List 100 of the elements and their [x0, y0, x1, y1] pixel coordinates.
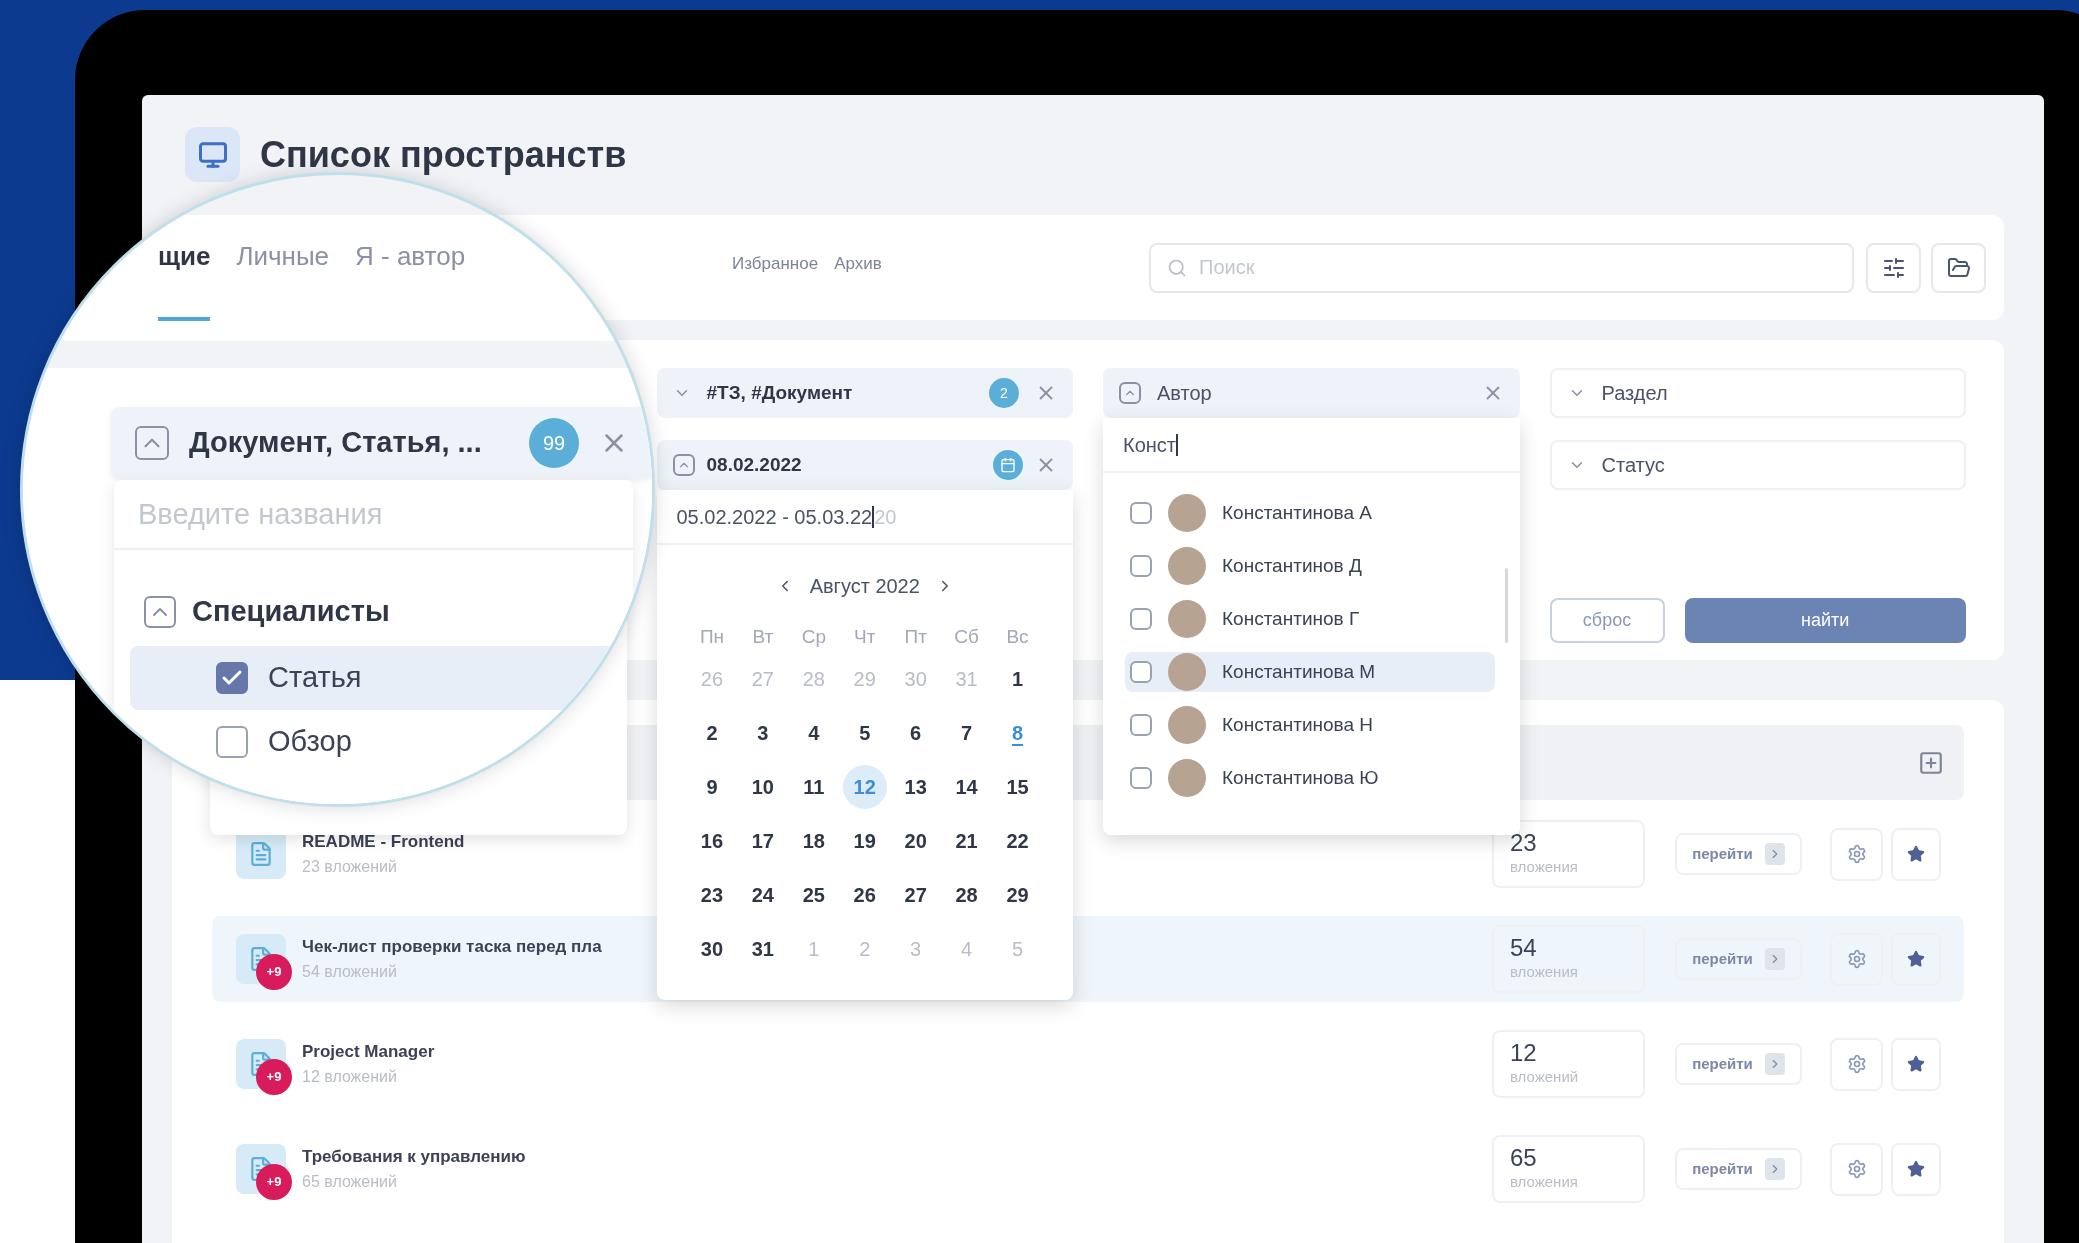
gear-icon — [1846, 949, 1867, 969]
calendar-day[interactable]: 20 — [893, 819, 938, 863]
checkbox[interactable] — [216, 661, 248, 694]
tab[interactable]: Архив — [834, 250, 882, 285]
count-label: вложения — [1510, 856, 1579, 877]
author-name: Константинов Д — [1222, 553, 1362, 578]
checkbox[interactable] — [1130, 502, 1152, 524]
calendar-day[interactable]: 1 — [995, 657, 1040, 701]
filter-settings-button[interactable] — [1866, 242, 1921, 293]
calendar-day[interactable]: 31 — [740, 927, 785, 971]
settings-button[interactable] — [1830, 827, 1883, 881]
weekday-label: Сб — [953, 625, 980, 649]
tag-filter[interactable]: #ТЗ, #Документ 2 — [656, 368, 1073, 418]
collapse-icon[interactable] — [672, 454, 695, 476]
space-subtitle: 23 вложений — [302, 856, 398, 877]
settings-button[interactable] — [1830, 1142, 1883, 1196]
weekday-label: Ср — [800, 625, 827, 649]
calendar-day[interactable]: 2 — [689, 711, 734, 755]
checkbox[interactable] — [1130, 555, 1152, 577]
calendar-day[interactable]: 18 — [791, 819, 836, 863]
weekday-label: Чт — [853, 625, 877, 649]
author-option[interactable]: Константинова Ю — [1125, 758, 1495, 798]
calendar-day[interactable]: 19 — [842, 819, 887, 863]
author-filter-label: Автор — [1157, 381, 1213, 406]
calendar-day[interactable]: 13 — [893, 765, 938, 809]
star-icon — [1907, 845, 1925, 863]
settings-button[interactable] — [1830, 1037, 1883, 1091]
checkbox[interactable] — [1130, 767, 1152, 789]
author-option[interactable]: Константинова А — [1125, 493, 1495, 533]
author-option[interactable]: Константинова Н — [1125, 705, 1495, 745]
count-value: 54 — [1510, 934, 1538, 961]
avatar — [1168, 706, 1206, 744]
date-filter-value: 08.02.2022 — [706, 452, 803, 477]
collapse-icon[interactable] — [1119, 382, 1141, 404]
star-button[interactable] — [1891, 932, 1941, 986]
checkbox[interactable] — [216, 725, 248, 758]
add-icon[interactable] — [1918, 749, 1944, 776]
avatar — [1168, 547, 1206, 585]
collapse-icon[interactable] — [135, 425, 169, 460]
date-range-value: 05.02.2022 - 05.03.22 — [676, 504, 873, 530]
text-cursor — [872, 505, 875, 528]
calendar-day[interactable]: 5 — [842, 711, 887, 755]
document-type-option[interactable]: Обзор — [130, 709, 617, 774]
calendar-icon[interactable] — [993, 450, 1023, 480]
star-button[interactable] — [1891, 1037, 1941, 1091]
folder-button[interactable] — [1931, 242, 1986, 293]
calendar-day[interactable]: 15 — [995, 765, 1040, 809]
space-subtitle: 65 вложений — [302, 1171, 398, 1192]
page-title: Список пространств — [260, 132, 627, 177]
date-range-hint: 20 — [874, 504, 897, 530]
calendar-day[interactable]: 17 — [740, 819, 785, 863]
go-button[interactable]: перейти — [1675, 1148, 1802, 1190]
calendar-day[interactable]: 10 — [740, 765, 785, 809]
star-button[interactable] — [1891, 827, 1941, 881]
gear-icon — [1846, 844, 1867, 864]
author-search-field[interactable]: Конст — [1103, 418, 1520, 473]
calendar-day[interactable]: 4 — [791, 711, 836, 755]
author-option[interactable]: Константинов Г — [1125, 599, 1495, 639]
search-field[interactable]: Поиск — [1149, 242, 1854, 293]
calendar-day[interactable]: 22 — [995, 819, 1040, 863]
checkbox[interactable] — [1130, 714, 1152, 736]
calendar-day[interactable]: 14 — [944, 765, 989, 809]
calendar-day[interactable]: 16 — [689, 819, 734, 863]
find-button[interactable]: найти — [1684, 598, 1966, 643]
author-option[interactable]: Константинов Д — [1125, 546, 1495, 586]
tab[interactable]: щие — [158, 237, 211, 321]
date-filter[interactable]: 08.02.2022 — [656, 440, 1073, 490]
name-input-field[interactable]: Введите названия — [114, 480, 633, 550]
document-type-value: Документ, Статья, ... — [189, 424, 483, 460]
author-name: Константинова Н — [1222, 712, 1373, 737]
search-icon — [1167, 257, 1187, 278]
checkbox[interactable] — [1130, 608, 1152, 630]
calendar-day[interactable]: 11 — [791, 765, 836, 809]
go-button[interactable]: перейти — [1675, 833, 1802, 875]
calendar-day[interactable]: 30 — [689, 927, 734, 971]
star-button[interactable] — [1891, 1142, 1941, 1196]
calendar-day[interactable]: 3 — [740, 711, 785, 755]
go-button[interactable]: перейти — [1675, 1043, 1802, 1085]
count-value: 65 — [1510, 1144, 1538, 1171]
chevron-right-icon — [1764, 843, 1785, 865]
calendar-day[interactable]: 9 — [689, 765, 734, 809]
section-select[interactable]: Раздел — [1549, 368, 1966, 418]
count-value: 12 — [1510, 1039, 1538, 1066]
document-type-filter[interactable]: Документ, Статья, ... 99 — [111, 407, 652, 478]
checkbox[interactable] — [1130, 661, 1152, 683]
star-icon — [1907, 950, 1925, 968]
avatar — [1168, 600, 1206, 638]
author-option[interactable]: Константинова М — [1125, 652, 1495, 692]
tab[interactable]: Избранное — [732, 250, 819, 285]
collapse-icon[interactable] — [144, 595, 176, 628]
settings-button[interactable] — [1830, 932, 1883, 986]
date-range-field[interactable]: 05.02.2022 - 05.03.2220 — [656, 490, 1073, 545]
calendar-day[interactable]: 21 — [944, 819, 989, 863]
space-title: Project Manager — [302, 1041, 435, 1064]
weekday-label: Пт — [903, 625, 928, 649]
calendar-day[interactable]: 7 — [944, 711, 989, 755]
calendar-day[interactable]: 6 — [893, 711, 938, 755]
status-select[interactable]: Статус — [1549, 440, 1966, 490]
author-filter[interactable]: Автор — [1103, 368, 1520, 418]
star-icon — [1907, 1055, 1925, 1073]
